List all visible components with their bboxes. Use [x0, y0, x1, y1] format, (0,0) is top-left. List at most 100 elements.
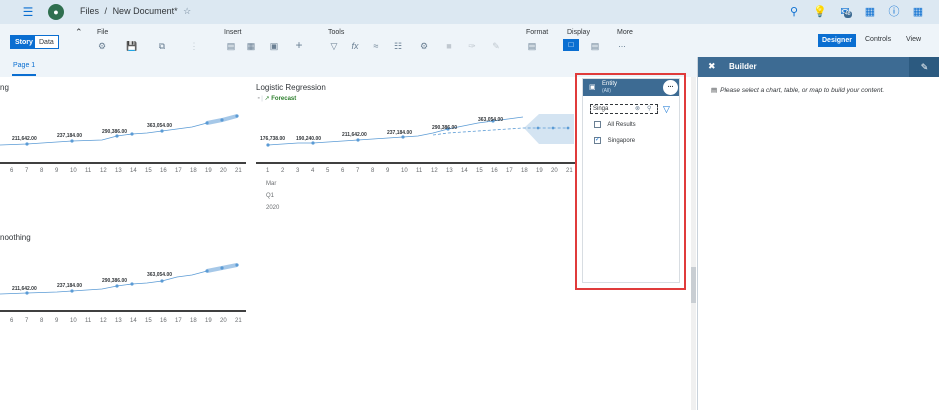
clear-icon[interactable]: ⊗ — [635, 105, 640, 114]
notifications-icon[interactable]: ✉ 48 — [837, 4, 853, 20]
option-all-results[interactable]: All Results — [594, 121, 636, 128]
image-icon[interactable]: ▣ — [267, 41, 281, 52]
filter-search-field[interactable]: Singa ⊗ ⚲ — [590, 104, 658, 114]
x-axis-month: Mar — [266, 181, 277, 187]
x-axis-tick: 19 — [205, 168, 212, 174]
x-axis-tick: 11 — [85, 318, 92, 324]
option-label: Singapore — [607, 138, 636, 145]
x-axis-tick: 9 — [55, 318, 59, 324]
comment-icon[interactable]: ■ — [442, 41, 456, 51]
x-axis-quarter: Q1 — [266, 193, 275, 199]
insert-group-label: Insert — [224, 29, 242, 36]
breadcrumb-separator: / — [104, 6, 108, 16]
filter-icon[interactable]: ▽ — [327, 41, 341, 52]
builder-hint-text: Please select a chart, table, or map to … — [720, 87, 885, 94]
tool-icon[interactable]: ✑ — [465, 41, 479, 52]
menu-icon[interactable]: ☰ — [20, 4, 36, 20]
chart-left-bottom[interactable]: 211,642.00 237,184.00 290,386.00 363,054… — [0, 258, 250, 314]
x-axis-tick: 15 — [145, 318, 152, 324]
active-tab-indicator — [12, 74, 36, 76]
apps-grid-icon[interactable]: ▦ — [910, 4, 926, 20]
x-axis-tick: 9 — [55, 168, 59, 174]
x-axis-tick: 6 — [10, 318, 14, 324]
option-singapore[interactable]: ✓ Singapore — [594, 137, 635, 144]
x-axis-tick: 16 — [160, 318, 167, 324]
x-axis-tick: 2 — [281, 168, 285, 174]
search-icon[interactable]: ⚲ — [786, 4, 802, 20]
link-icon[interactable]: ≈ — [369, 41, 383, 51]
x-axis-tick: 13 — [115, 318, 122, 324]
distribute-icon[interactable]: ⋮ — [187, 41, 201, 52]
scrollbar-thumb[interactable] — [691, 267, 696, 303]
tab-designer[interactable]: Designer — [818, 34, 856, 47]
file-group-label: File — [97, 29, 109, 36]
x-axis-tick: 11 — [85, 168, 92, 174]
x-axis-tick: 21 — [235, 318, 242, 324]
data-toggle[interactable]: Data — [34, 35, 59, 49]
filter-funnel-icon[interactable]: ▽ — [663, 104, 670, 115]
x-axis-tick: 16 — [491, 168, 498, 174]
help-icon[interactable]: ⓘ — [886, 4, 902, 20]
comment-mode-icon[interactable]: □ — [563, 39, 579, 51]
data-label: 363,054.00 — [147, 123, 172, 129]
table-icon[interactable]: ▦ — [244, 41, 258, 52]
linked-analysis-icon[interactable]: ☷ — [391, 41, 405, 52]
builder-panel: ✖ Builder ✎ ▤ Please select a chart, tabl… — [697, 57, 939, 410]
chart-regression[interactable]: 176,738.00 190,240.00 211,642.00 237,184… — [256, 108, 576, 166]
pin-icon[interactable]: ✎ — [909, 57, 939, 77]
entity-filter-panel[interactable]: ▣ Entity (All) ... Singa ⊗ ⚲ ▽ All Resul… — [582, 78, 680, 283]
data-label: 211,642.00 — [12, 136, 37, 142]
singapore-checkbox[interactable]: ✓ — [594, 137, 601, 144]
x-axis-tick: 17 — [506, 168, 513, 174]
entity-filter-subtitle: (All) — [602, 88, 611, 94]
collapse-toolbar-icon[interactable]: ⌃ — [75, 27, 83, 38]
x-axis-tick: 8 — [371, 168, 375, 174]
chat-icon[interactable]: ▦ — [862, 4, 878, 20]
search-input[interactable]: Singa — [593, 105, 608, 114]
x-axis-tick: 8 — [40, 318, 44, 324]
smart-insights-icon[interactable]: ⚙ — [417, 41, 431, 52]
save-icon[interactable]: 💾 — [125, 41, 139, 52]
chart-left-top[interactable]: 211,642.00 237,184.00 290,386.00 363,054… — [0, 110, 250, 166]
copy-icon[interactable]: ⧉ — [155, 41, 169, 52]
notification-badge: 48 — [844, 11, 852, 18]
x-axis-tick: 13 — [115, 168, 122, 174]
tab-page-1[interactable]: Page 1 — [12, 62, 36, 76]
styling-icon[interactable]: ▤ — [525, 41, 539, 52]
search-icon[interactable]: ⚲ — [647, 105, 651, 114]
data-label: 176,738.00 — [260, 136, 285, 142]
x-axis-tick: 6 — [341, 168, 345, 174]
data-label: 211,642.00 — [12, 286, 37, 292]
forecast-trend-icon: ↗ — [264, 96, 270, 102]
tab-controls[interactable]: Controls — [865, 36, 891, 43]
x-axis-tick: 18 — [190, 168, 197, 174]
layout-icon[interactable]: ▤ — [588, 41, 602, 52]
all-results-checkbox[interactable] — [594, 121, 601, 128]
forecast-label[interactable]: Forecast — [271, 96, 296, 102]
option-label: All Results — [607, 122, 636, 129]
data-label: 237,184.00 — [57, 133, 82, 139]
formula-icon[interactable]: fx — [348, 41, 362, 51]
add-icon[interactable]: + — [292, 38, 306, 52]
more-options-button[interactable]: ... — [663, 80, 678, 95]
canvas-scrollbar[interactable] — [691, 77, 696, 410]
toolbar: Story Data ⌃ File ⚙ 💾 ⧉ ⋮ Insert ▤ ▦ ▣ +… — [0, 24, 939, 57]
chart-icon[interactable]: ▤ — [224, 41, 238, 52]
x-axis-tick: 18 — [521, 168, 528, 174]
x-axis-tick: 15 — [476, 168, 483, 174]
entity-filter-header[interactable]: ▣ Entity (All) ... — [583, 79, 679, 96]
more-icon[interactable]: ... — [615, 39, 629, 49]
x-axis-tick: 20 — [551, 168, 558, 174]
share-icon[interactable]: ⚙ — [95, 41, 109, 52]
x-axis-tick: 18 — [190, 318, 197, 324]
lightbulb-icon[interactable]: 💡 — [812, 4, 828, 20]
x-axis-tick: 21 — [235, 168, 242, 174]
avatar[interactable]: ● — [48, 4, 64, 20]
star-icon[interactable]: ☆ — [183, 6, 191, 16]
builder-header: ✖ Builder ✎ — [698, 57, 939, 77]
breadcrumb-files[interactable]: Files — [80, 6, 99, 16]
display-group-label: Display — [567, 29, 590, 36]
data-label: 290,386.00 — [102, 278, 127, 284]
tab-view[interactable]: View — [906, 36, 921, 43]
pen-icon[interactable]: ✎ — [489, 41, 503, 52]
